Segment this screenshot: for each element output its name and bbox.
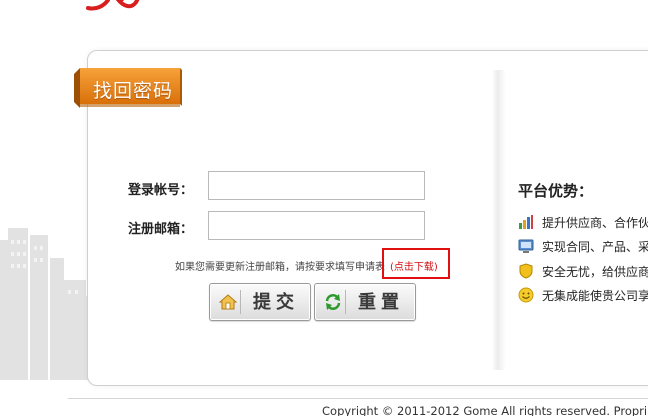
- panel-divider: [492, 70, 506, 370]
- home-icon: [215, 290, 241, 314]
- copyright-text: Copyright © 2011-2012 Gome All rights re…: [322, 404, 648, 416]
- advantage-item: 提升供应商、合作伙: [518, 213, 648, 231]
- advantage-text: 实现合同、产品、采: [542, 239, 648, 254]
- monitor-icon: [518, 239, 534, 253]
- download-form-link[interactable]: (点击下载): [390, 258, 438, 273]
- smiley-icon: [518, 287, 534, 303]
- account-input[interactable]: [208, 171, 425, 200]
- advantage-item: 实现合同、产品、采: [518, 237, 648, 255]
- city-background-image: [0, 228, 100, 380]
- email-label: 注册邮箱：: [128, 222, 194, 237]
- advantages-title: 平台优势：: [518, 182, 594, 200]
- advantage-text: 安全无忧，给供应商: [542, 264, 648, 279]
- advantage-item: 无集成能使贵公司享: [518, 286, 648, 304]
- logo-icon: [86, 0, 140, 11]
- submit-label: 提交: [253, 292, 299, 313]
- email-input[interactable]: [208, 211, 425, 240]
- submit-button[interactable]: 提交: [209, 283, 311, 321]
- bar-chart-icon: [519, 215, 533, 229]
- page: 找回密码 登录帐号： 注册邮箱： 如果您需要更新注册邮箱，请按要求填写申请表 (…: [0, 0, 648, 416]
- hint-text: 如果您需要更新注册邮箱，请按要求填写申请表: [175, 262, 385, 273]
- reset-button[interactable]: 重置: [314, 283, 416, 321]
- advantage-text: 无集成能使贵公司享: [542, 288, 648, 303]
- refresh-icon: [320, 290, 346, 314]
- advantage-item: 安全无忧，给供应商: [518, 262, 648, 280]
- reset-label: 重置: [358, 292, 404, 313]
- advantage-text: 提升供应商、合作伙: [542, 215, 648, 230]
- shield-icon: [519, 263, 533, 279]
- page-title: 找回密码: [93, 80, 174, 102]
- account-label: 登录帐号：: [128, 183, 194, 198]
- footer-divider: [68, 398, 648, 399]
